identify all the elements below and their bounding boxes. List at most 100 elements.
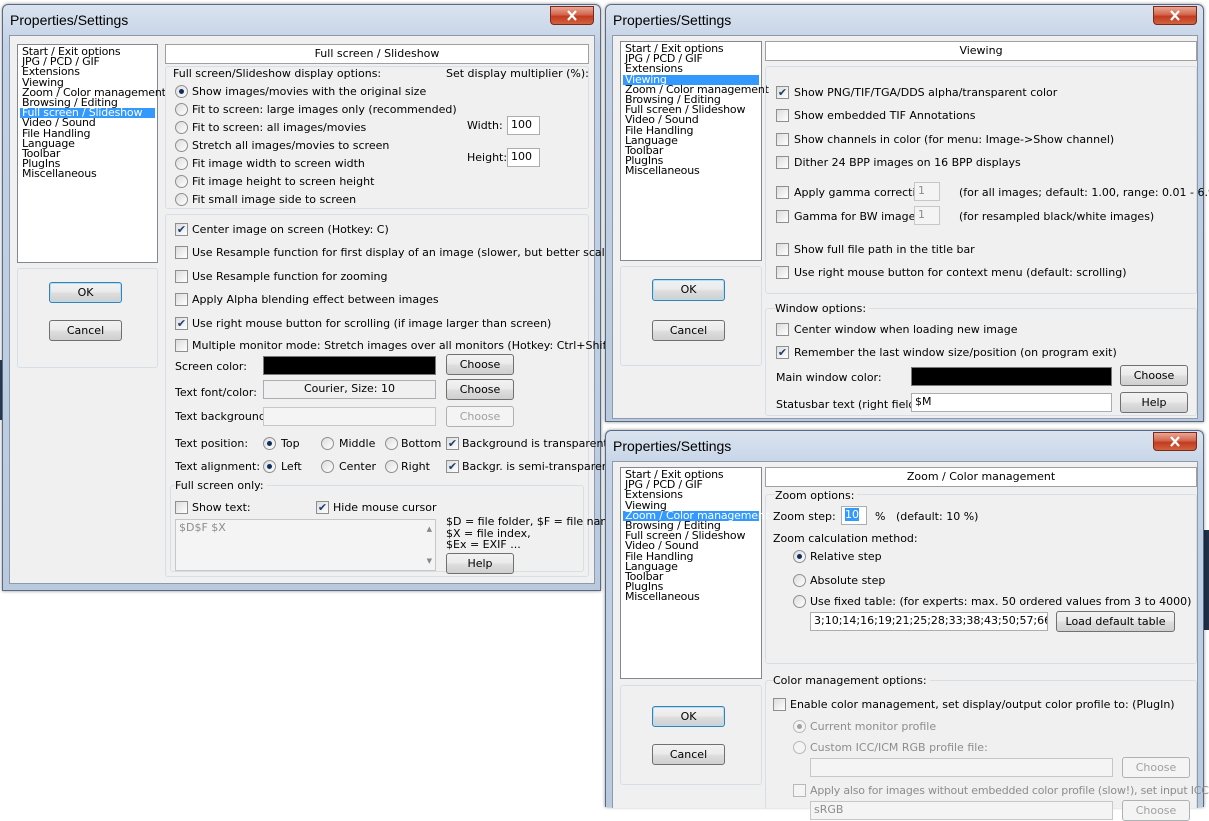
absolute-step-radio[interactable] bbox=[793, 574, 806, 587]
option-checkbox[interactable]: ✔ bbox=[776, 86, 789, 99]
display-option-radio[interactable] bbox=[175, 121, 188, 134]
option-checkbox[interactable] bbox=[175, 270, 188, 283]
hide-cursor-checkbox[interactable]: ✔ bbox=[316, 501, 329, 514]
calc-method-label: Zoom calculation method: bbox=[773, 532, 918, 545]
position-bottom-radio[interactable] bbox=[385, 437, 398, 450]
show-text-checkbox[interactable] bbox=[175, 501, 188, 514]
main-color-choose-button[interactable]: Choose bbox=[1120, 365, 1188, 386]
position-middle-radio[interactable] bbox=[321, 437, 334, 450]
nav-item[interactable]: Miscellaneous bbox=[20, 168, 155, 179]
align-center-label: Center bbox=[339, 460, 377, 473]
option-label: Use Resample function for zooming bbox=[192, 270, 388, 283]
cancel-button[interactable]: Cancel bbox=[49, 320, 122, 341]
nav-list[interactable]: Start / Exit options JPG / PCD / GIF Exten… bbox=[620, 41, 769, 261]
help-line-1: $D = file folder, $F = file name bbox=[446, 515, 618, 528]
center-window-checkbox[interactable] bbox=[776, 323, 789, 336]
option-label: Use Resample function for first display … bbox=[192, 246, 657, 259]
option-checkbox[interactable] bbox=[175, 293, 188, 306]
text-background-choose-button[interactable]: Choose bbox=[446, 406, 514, 427]
right-mouse-checkbox[interactable] bbox=[776, 266, 789, 279]
option-checkbox[interactable] bbox=[776, 109, 789, 122]
position-top-label: Top bbox=[281, 437, 300, 450]
input-profile-choose-button[interactable]: Choose bbox=[1122, 800, 1190, 821]
width-input[interactable]: 100 bbox=[507, 116, 540, 135]
apply-also-checkbox[interactable] bbox=[793, 784, 806, 797]
close-button[interactable] bbox=[1153, 432, 1197, 451]
display-option-label: Fit image width to screen width bbox=[192, 157, 365, 170]
ok-button[interactable]: OK bbox=[652, 279, 725, 301]
custom-icc-radio[interactable] bbox=[793, 741, 806, 754]
help-button[interactable]: Help bbox=[1120, 392, 1188, 413]
option-label: Apply Alpha blending effect between imag… bbox=[192, 293, 439, 306]
title-bar[interactable]: Properties/Settings bbox=[606, 431, 1203, 461]
title-bar[interactable]: Properties/Settings bbox=[3, 5, 600, 35]
gamma-bw-checkbox[interactable] bbox=[776, 210, 789, 223]
display-option-label: Show images/movies with the original siz… bbox=[192, 85, 427, 98]
option-checkbox[interactable]: ✔ bbox=[175, 317, 188, 330]
position-top-radio[interactable] bbox=[263, 437, 276, 450]
align-center-radio[interactable] bbox=[321, 460, 334, 473]
text-background-field bbox=[263, 407, 436, 426]
align-left-radio[interactable] bbox=[263, 460, 276, 473]
display-option-radio[interactable] bbox=[175, 175, 188, 188]
zoom-step-default: (default: 10 %) bbox=[896, 510, 979, 523]
custom-icc-choose-button[interactable]: Choose bbox=[1122, 757, 1190, 778]
option-checkbox[interactable] bbox=[175, 339, 188, 352]
close-button[interactable] bbox=[1153, 6, 1197, 25]
height-input[interactable]: 100 bbox=[507, 148, 540, 167]
custom-icc-input[interactable] bbox=[810, 758, 1113, 777]
nav-item[interactable]: Miscellaneous bbox=[623, 591, 759, 602]
fixed-table-input[interactable]: 3;10;14;16;19;21;25;28;33;38;43;50;57;66… bbox=[810, 612, 1048, 631]
align-right-radio[interactable] bbox=[385, 460, 398, 473]
option-checkbox[interactable]: ✔ bbox=[175, 223, 188, 236]
enable-cm-checkbox[interactable] bbox=[773, 698, 786, 711]
gamma-input[interactable]: 1 bbox=[914, 182, 940, 201]
help-button[interactable]: Help bbox=[446, 553, 514, 574]
main-color-swatch bbox=[911, 367, 1112, 386]
background-transparent-checkbox[interactable]: ✔ bbox=[446, 437, 459, 450]
option-label: Show PNG/TIF/TGA/DDS alpha/transparent c… bbox=[794, 86, 1058, 99]
ok-button[interactable]: OK bbox=[652, 706, 725, 727]
right-mouse-label: Use right mouse button for context menu … bbox=[794, 266, 1127, 279]
display-option-radio[interactable] bbox=[175, 85, 188, 98]
window-options-label: Window options: bbox=[775, 302, 870, 316]
current-monitor-radio[interactable] bbox=[793, 720, 806, 733]
window-client: Start / Exit options JPG / PCD / GIF Exten… bbox=[9, 35, 657, 584]
screen-color-choose-button[interactable]: Choose bbox=[446, 354, 514, 375]
fixed-table-radio[interactable] bbox=[793, 595, 806, 608]
display-option-radio[interactable] bbox=[175, 103, 188, 116]
title-bar[interactable]: Properties/Settings bbox=[606, 5, 1203, 35]
display-option-radio[interactable] bbox=[175, 193, 188, 206]
background-semi-checkbox[interactable]: ✔ bbox=[446, 460, 459, 473]
current-monitor-label: Current monitor profile bbox=[810, 720, 937, 733]
display-option-radio[interactable] bbox=[175, 139, 188, 152]
relative-step-radio[interactable] bbox=[793, 550, 806, 563]
close-button[interactable] bbox=[550, 6, 594, 25]
scroll-up-icon[interactable]: ▲ bbox=[427, 522, 432, 536]
option-label: Multiple monitor mode: Stretch images ov… bbox=[192, 339, 635, 352]
full-path-checkbox[interactable] bbox=[776, 243, 789, 256]
settings-window-fullscreen: Properties/Settings Start / Exit options… bbox=[2, 4, 657, 591]
scroll-down-icon[interactable]: ▼ bbox=[427, 554, 432, 568]
gamma-checkbox[interactable] bbox=[776, 186, 789, 199]
input-profile-field[interactable]: sRGB bbox=[810, 801, 1113, 820]
multiplier-label: Set display multiplier (%): bbox=[446, 67, 589, 80]
text-font-choose-button[interactable]: Choose bbox=[446, 379, 514, 400]
option-checkbox[interactable] bbox=[776, 156, 789, 169]
cancel-button[interactable]: Cancel bbox=[652, 744, 725, 765]
nav-list[interactable]: Start / Exit options JPG / PCD / GIF Exten… bbox=[620, 467, 769, 679]
remember-size-checkbox[interactable]: ✔ bbox=[776, 346, 789, 359]
position-middle-label: Middle bbox=[339, 437, 376, 450]
nav-list[interactable]: Start / Exit options JPG / PCD / GIF Exten… bbox=[17, 44, 166, 263]
load-default-table-button[interactable]: Load default table bbox=[1056, 611, 1175, 632]
settings-window-zoom: Properties/Settings Start / Exit options… bbox=[605, 430, 1209, 821]
option-checkbox[interactable] bbox=[776, 133, 789, 146]
zoom-step-input[interactable]: 10 bbox=[841, 506, 867, 525]
nav-item[interactable]: Miscellaneous bbox=[623, 165, 759, 176]
gamma-bw-input[interactable]: 1 bbox=[914, 206, 940, 225]
option-checkbox[interactable] bbox=[175, 246, 188, 259]
display-option-radio[interactable] bbox=[175, 157, 188, 170]
ok-button[interactable]: OK bbox=[49, 282, 122, 303]
cancel-button[interactable]: Cancel bbox=[652, 320, 725, 341]
statusbar-input[interactable]: $M bbox=[911, 393, 1112, 412]
